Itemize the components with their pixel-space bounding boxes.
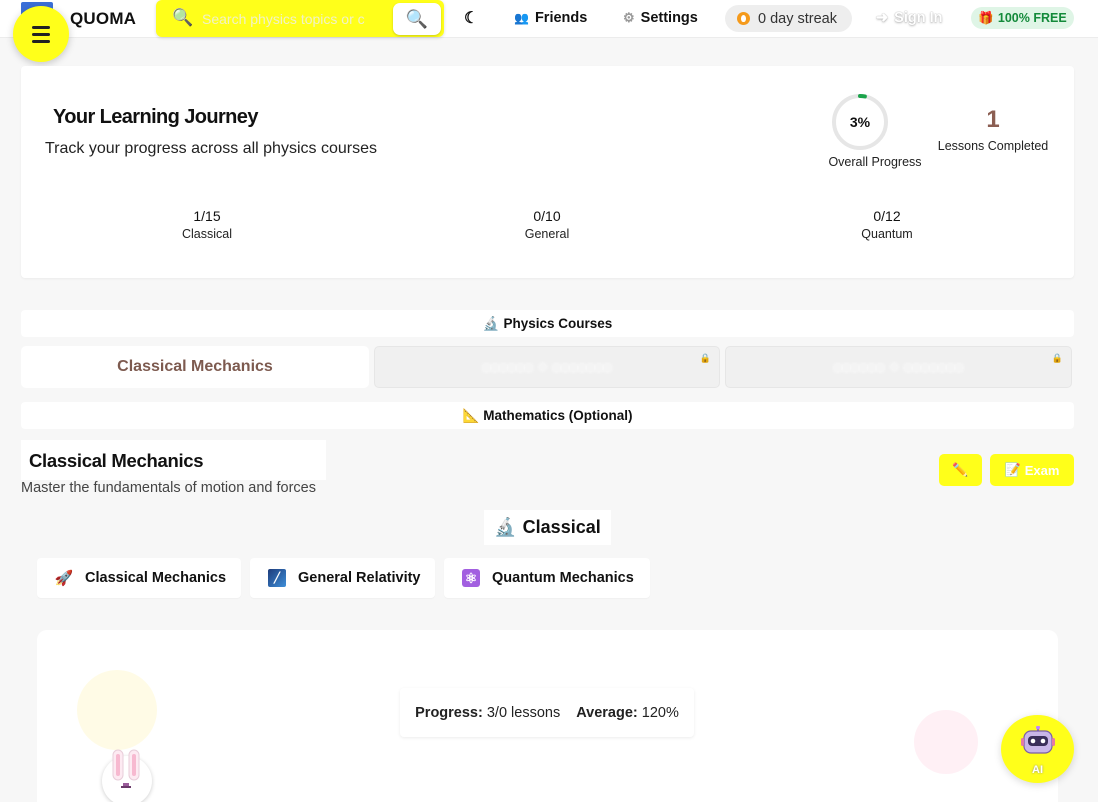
search-icon: 🔍 <box>405 8 429 29</box>
journey-subtitle: Track your progress across all physics c… <box>45 140 377 157</box>
blurred-tab-label: ■■■■■■ ✦ ■■■■■■■ <box>833 358 964 375</box>
stat-general: 0/10 General <box>467 208 627 241</box>
stat-value: 1/15 <box>193 208 221 224</box>
decorative-blob <box>77 670 157 750</box>
microscope-icon: 🔬 <box>482 315 500 331</box>
signin-button[interactable]: ➜ Sign In <box>876 10 943 26</box>
menu-button[interactable] <box>13 6 69 62</box>
friends-icon: 👥 <box>514 11 529 25</box>
friends-label: Friends <box>534 10 588 26</box>
tab-locked-general[interactable]: ■■■■■■ ✦ ■■■■■■■ 🔒 <box>374 346 720 388</box>
course-tabs: Classical Mechanics ■■■■■■ ✦ ■■■■■■■ 🔒 ■… <box>21 346 1074 388</box>
decorative-blob <box>914 710 978 774</box>
tab-label: Classical Mechanics <box>117 358 273 375</box>
signin-label: Sign In <box>894 10 943 26</box>
mathematics-label: Mathematics (Optional) <box>483 408 633 423</box>
search-icon: 🔍 <box>172 8 194 27</box>
robot-icon <box>1021 726 1055 754</box>
journey-title: Your Learning Journey <box>53 106 258 128</box>
ruler-icon: 📐 <box>462 407 480 423</box>
friends-link[interactable]: 👥 Friends <box>514 10 587 26</box>
exam-icon: 📝 <box>1004 462 1021 477</box>
exam-label: Exam <box>1024 462 1060 478</box>
bunny-mascot-icon <box>112 749 140 788</box>
signin-icon: ➜ <box>876 10 889 26</box>
course-title: Classical Mechanics <box>29 450 204 471</box>
physics-courses-header: 🔬 Physics Courses <box>21 310 1074 337</box>
menu-icon-bar <box>32 32 50 36</box>
lock-icon: 🔒 <box>699 353 711 363</box>
course-subtitle: Master the fundamentals of motion and fo… <box>21 480 316 496</box>
progress-label: Progress: <box>415 704 483 721</box>
relativity-icon: ╱ <box>268 569 286 587</box>
blurred-tab-label: ■■■■■■ ✦ ■■■■■■■ <box>482 358 612 375</box>
average-stat: Average: 120% <box>576 705 679 721</box>
gift-icon: 🎁 <box>978 10 994 25</box>
exam-button[interactable]: 📝 Exam <box>990 454 1074 486</box>
search-bar: 🔍 🔍 <box>156 0 444 37</box>
fire-icon <box>737 12 750 25</box>
stat-label: Quantum <box>861 227 913 241</box>
learning-journey-card: Your Learning Journey Track your progres… <box>21 66 1074 278</box>
overall-progress-value: 3% <box>849 114 871 130</box>
lessons-completed-value: 1 <box>986 106 1000 133</box>
settings-link[interactable]: ⚙ Settings <box>623 10 698 26</box>
average-value: 120% <box>641 704 679 721</box>
top-navigation-bar: QUOMA 🔍 🔍 ☾ 👥 Friends ⚙ Settings 0 day s… <box>0 0 1098 38</box>
progress-stat: Progress: 3/0 lessons <box>415 705 560 721</box>
ai-label: AI <box>1032 764 1043 776</box>
stat-value: 0/10 <box>533 208 561 224</box>
stat-value: 0/12 <box>873 208 901 224</box>
free-badge: 🎁 100% FREE <box>971 7 1074 29</box>
average-label: Average: <box>576 704 638 721</box>
search-input[interactable] <box>202 8 384 29</box>
subcourse-label: General Relativity <box>298 570 421 586</box>
tab-locked-quantum[interactable]: ■■■■■■ ✦ ■■■■■■■ 🔒 <box>725 346 1072 388</box>
stat-label: Classical <box>181 227 232 241</box>
settings-label: Settings <box>640 10 698 26</box>
subcourse-general-relativity[interactable]: ╱ General Relativity <box>250 558 435 598</box>
microscope-icon: 🔬 <box>494 517 517 537</box>
gear-icon: ⚙ <box>623 10 635 25</box>
stat-classical: 1/15 Classical <box>127 208 287 241</box>
stat-label: General <box>524 227 570 241</box>
subcourse-label: Classical Mechanics <box>85 570 227 586</box>
overall-progress-label: Overall Progress <box>828 155 922 169</box>
menu-icon-bar <box>32 25 50 29</box>
brand-name[interactable]: QUOMA <box>70 9 136 29</box>
category-heading: 🔬 Classical <box>484 510 611 545</box>
moon-icon: ☾ <box>464 10 479 27</box>
mathematics-header[interactable]: 📐 Mathematics (Optional) <box>21 402 1074 429</box>
stat-quantum: 0/12 Quantum <box>807 208 967 241</box>
rocket-icon: 🚀 <box>54 570 74 587</box>
free-label: 100% FREE <box>997 11 1067 25</box>
category-heading-label: Classical <box>522 517 601 537</box>
lock-icon: 🔒 <box>1051 353 1063 363</box>
atom-icon: ⚛ <box>462 569 480 587</box>
subcourse-quantum-mechanics[interactable]: ⚛ Quantum Mechanics <box>444 558 650 598</box>
search-button[interactable]: 🔍 <box>393 3 441 35</box>
subcourse-classical-mechanics[interactable]: 🚀 Classical Mechanics <box>37 558 241 598</box>
menu-icon-bar <box>32 39 50 43</box>
streak-label: 0 day streak <box>758 10 837 27</box>
dark-mode-toggle[interactable]: ☾ <box>464 8 478 28</box>
pencil-icon: ✏️ <box>952 462 969 477</box>
progress-summary: Progress: 3/0 lessons Average: 120% <box>400 688 694 737</box>
streak-badge[interactable]: 0 day streak <box>725 5 852 32</box>
subcourse-label: Quantum Mechanics <box>492 570 634 586</box>
notes-button[interactable]: ✏️ <box>939 454 982 486</box>
physics-courses-label: Physics Courses <box>503 316 613 331</box>
lessons-completed-label: Lessons Completed <box>937 139 1049 153</box>
tab-classical-mechanics[interactable]: Classical Mechanics <box>21 346 369 388</box>
progress-value: 3/0 lessons <box>486 704 561 721</box>
